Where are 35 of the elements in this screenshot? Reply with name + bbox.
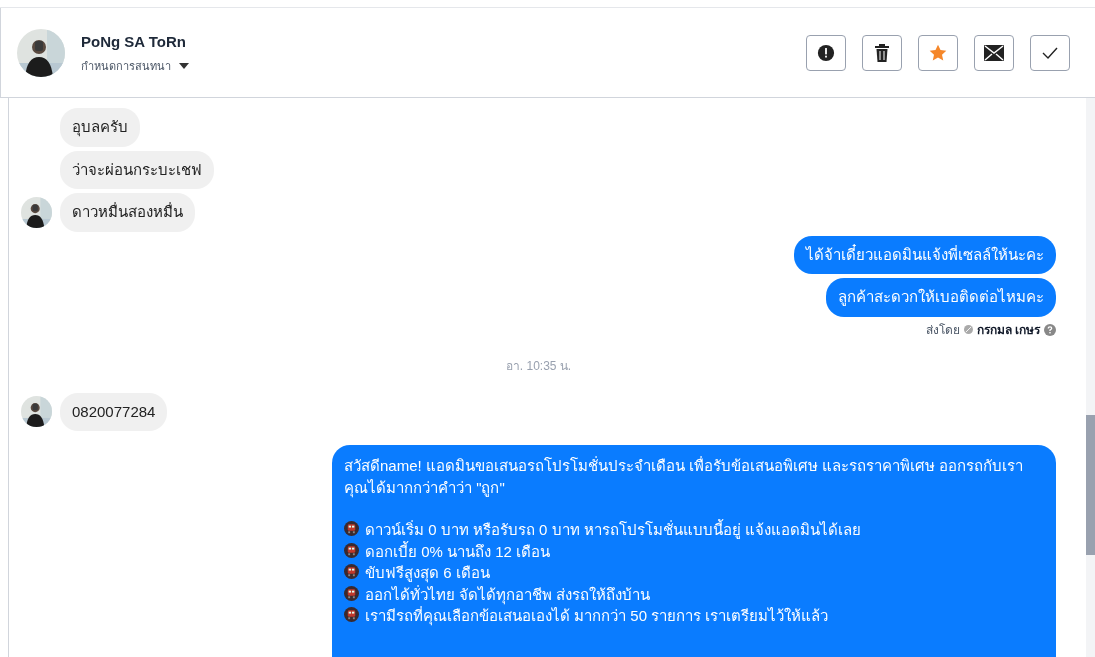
message-bubble: ดาวหมื่นสองหมื่น	[60, 193, 195, 232]
check-button[interactable]	[1030, 34, 1070, 71]
mail-icon	[984, 44, 1004, 61]
timestamp: อา. 10:35 น.	[505, 357, 572, 375]
train-icon	[344, 585, 359, 601]
train-icon	[344, 564, 359, 579]
message-bubble: ได้จ้าเดี๋ยวแอดมินแจ้งพี่เซลล์ให้นะคะ	[794, 235, 1056, 274]
status-icon	[963, 325, 973, 334]
trash-icon	[874, 43, 890, 62]
contact-name: PoNg SA ToRn	[81, 32, 187, 52]
train-icon	[344, 521, 359, 536]
check-icon	[1042, 45, 1058, 60]
scrollbar[interactable]	[1086, 98, 1095, 657]
bullet-text: ออกได้ทั่วไทย จัดได้ทุกอาชีพ ส่งรถให้ถึงบ้าน	[365, 584, 651, 605]
train-icon	[344, 542, 359, 558]
bullet-text: ขับฟรีสูงสุด 6 เดือน	[365, 563, 490, 584]
bullet-text: ดาวน์เริ่ม 0 บาท หรือรับรถ 0 บาท หารถโปรโมชั่นแบบนี้อยู่ แจ้งแอดมินได้เลย	[365, 519, 861, 541]
bullet-text: ดอกเบี้ย 0% นานถึง 12 เดือน	[365, 540, 551, 562]
train-icon	[344, 607, 359, 622]
message-bubble: ว่าจะผ่อนกระบะเชฟ	[60, 150, 214, 189]
mail-button[interactable]	[974, 34, 1014, 71]
alert-icon	[817, 43, 835, 62]
alert-button[interactable]	[806, 34, 846, 71]
message-bubble: 0820077284	[60, 392, 168, 431]
message-text: สวัสดีname! แอดมินขอเสนอรถโปรโมชั่นประจำเดือน เพื่อรับข้อเสนอพิเศษ และรถราคาพิเศษ ออกรถกับเรา คุณได้มากกว่าคำว่า "ถูก"	[344, 455, 1025, 498]
sent-by-label: ส่งโดย	[925, 321, 960, 339]
message-bubble: อุบลครับ	[60, 108, 140, 147]
conversation-menu[interactable]: กำหนดการสนทนา	[81, 57, 189, 74]
caret-icon	[179, 62, 189, 69]
bullet-text: เรามีรถที่คุณเลือกข้อเสนอเองได้ มากกว่า 50 รายการ เราเตรียมไว้ให้แล้ว	[365, 605, 829, 627]
star-button[interactable]	[918, 34, 958, 71]
trash-button[interactable]	[862, 34, 902, 71]
help-icon	[1044, 323, 1056, 336]
message-bubble: ลูกค้าสะดวกให้เบอติดต่อไหมคะ	[826, 278, 1056, 317]
sender-name: กรกมล เกษร	[976, 321, 1040, 339]
